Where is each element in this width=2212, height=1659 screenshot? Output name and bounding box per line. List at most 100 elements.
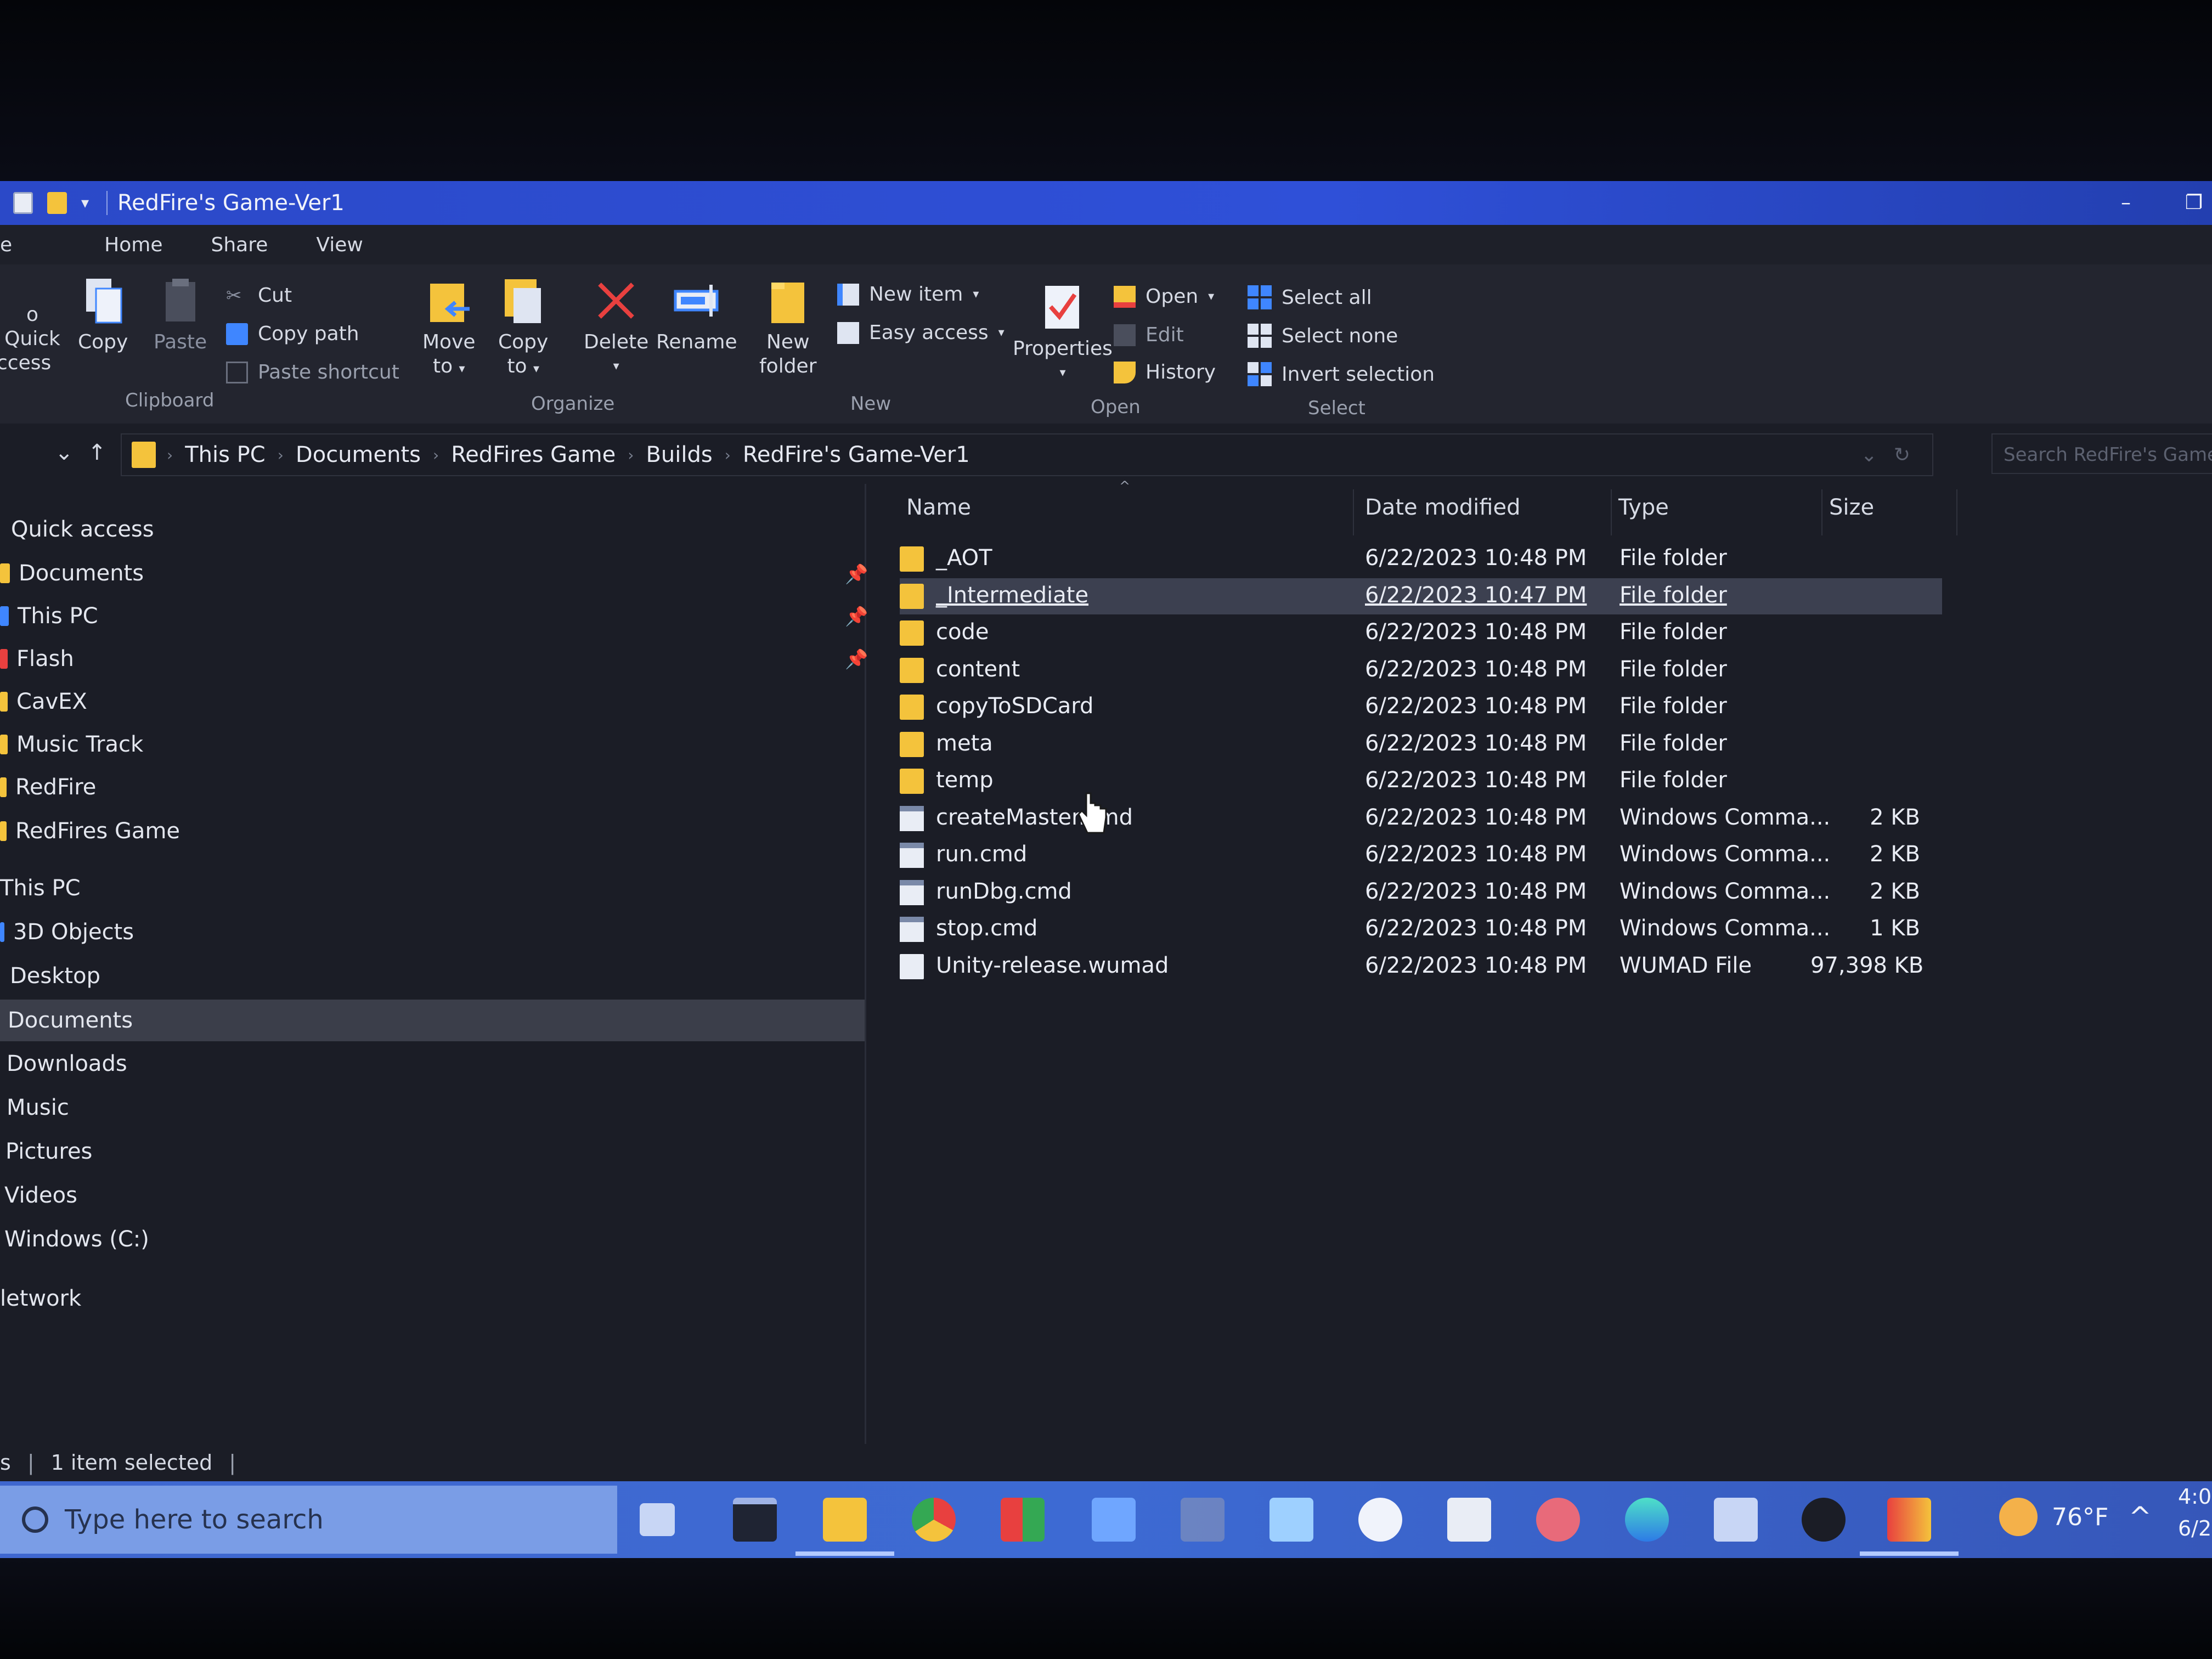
address-dropdown-chevron-icon[interactable]: ⌄: [1861, 444, 1877, 466]
nav-item-documents[interactable]: Documents: [0, 1000, 865, 1041]
nav-item-network[interactable]: letwork: [0, 1286, 81, 1311]
file-row[interactable]: stop.cmd 6/22/2023 10:48 PM Windows Comma.…: [900, 911, 1942, 947]
breadcrumb-redfires-game[interactable]: RedFires Game: [439, 442, 628, 467]
file-row[interactable]: _AOT 6/22/2023 10:48 PM File folder: [900, 541, 1942, 577]
column-header-size[interactable]: Size: [1829, 495, 1874, 520]
file-row[interactable]: copyToSDCard 6/22/2023 10:48 PM File folde…: [900, 689, 1942, 725]
settings-gear-icon[interactable]: [1358, 1498, 1402, 1542]
easy-access-button[interactable]: Easy access ▾: [837, 321, 1005, 344]
history-label: History: [1146, 361, 1216, 383]
nav-item-downloads[interactable]: Downloads: [0, 1051, 127, 1076]
nav-item-music-track[interactable]: Music Track: [0, 732, 143, 757]
file-type: Windows Comma...: [1620, 878, 1831, 904]
new-folder-icon[interactable]: [47, 192, 67, 214]
breadcrumb-this-pc[interactable]: This PC: [173, 442, 278, 467]
edge-icon[interactable]: [1625, 1498, 1669, 1542]
edit-button[interactable]: Edit: [1114, 324, 1184, 346]
file-row[interactable]: content 6/22/2023 10:48 PM File folder: [900, 652, 1942, 689]
maximize-button[interactable]: ❐: [2175, 188, 2212, 218]
copy-path-button[interactable]: Copy path: [226, 323, 359, 345]
recent-locations-chevron-icon[interactable]: ⌄: [55, 440, 74, 465]
nav-item-redfire[interactable]: RedFire: [0, 775, 96, 800]
up-arrow-icon[interactable]: ↑: [88, 440, 106, 465]
taskbar-search-box[interactable]: Type here to search: [0, 1486, 617, 1554]
clock-date[interactable]: 6/24: [2178, 1516, 2212, 1541]
paste-button[interactable]: Paste: [154, 274, 207, 354]
properties-icon[interactable]: [13, 192, 33, 214]
nav-item-cavex[interactable]: CavEX: [0, 689, 87, 714]
rename-button[interactable]: Rename: [656, 274, 737, 354]
nav-item-this-pc[interactable]: This PC: [0, 876, 81, 901]
nav-quick-access[interactable]: Quick access: [11, 517, 154, 542]
task-view-icon[interactable]: [640, 1503, 675, 1536]
tab-share[interactable]: Share: [187, 234, 292, 256]
nav-item-windows-c[interactable]: Windows (C:): [0, 1227, 149, 1252]
refresh-icon[interactable]: ↻: [1894, 444, 1910, 466]
file-row[interactable]: runDbg.cmd 6/22/2023 10:48 PM Windows Comm…: [900, 874, 1942, 911]
open-button[interactable]: Open ▾: [1114, 285, 1214, 308]
nav-item-music[interactable]: Music: [0, 1095, 69, 1120]
nav-item-desktop[interactable]: Desktop: [0, 963, 100, 989]
tab-view[interactable]: View: [292, 234, 387, 256]
breadcrumb-current-folder[interactable]: RedFire's Game-Ver1: [731, 442, 982, 467]
search-input[interactable]: Search RedFire's Game: [1991, 433, 2212, 474]
bag-icon[interactable]: [1447, 1498, 1491, 1542]
clock-time[interactable]: 4:06: [2178, 1485, 2212, 1509]
nav-item-pictures[interactable]: Pictures: [0, 1139, 92, 1164]
file-row[interactable]: meta 6/22/2023 10:48 PM File folder: [900, 726, 1942, 763]
terminal-icon[interactable]: [733, 1498, 777, 1542]
breadcrumb-documents[interactable]: Documents: [284, 442, 433, 467]
file-row[interactable]: _Intermediate 6/22/2023 10:47 PM File fold…: [900, 578, 1942, 614]
breadcrumb-builds[interactable]: Builds: [634, 442, 724, 467]
file-row[interactable]: run.cmd 6/22/2023 10:48 PM Windows Comma..…: [900, 837, 1942, 873]
select-all-button[interactable]: Select all: [1248, 285, 1372, 309]
microsoft-store-icon[interactable]: [1001, 1498, 1045, 1542]
copy-to-button[interactable]: Copy to ▾: [498, 274, 548, 381]
file-row[interactable]: code 6/22/2023 10:48 PM File folder: [900, 615, 1942, 651]
file-explorer-icon[interactable]: [795, 1498, 894, 1556]
properties-button[interactable]: Properties ▾: [1013, 281, 1113, 385]
file-row[interactable]: Unity-release.wumad 6/22/2023 10:48 PM WUM…: [900, 949, 1942, 985]
nav-item-3d-objects[interactable]: 3D Objects: [0, 919, 134, 945]
paste-shortcut-button[interactable]: Paste shortcut: [226, 361, 399, 383]
column-header-date-modified[interactable]: Date modified: [1365, 495, 1520, 520]
column-header-type[interactable]: Type: [1618, 495, 1669, 520]
column-header-name[interactable]: Name: [906, 495, 971, 520]
weather-temperature[interactable]: 76°F: [2052, 1503, 2108, 1531]
ccleaner-icon[interactable]: [1536, 1498, 1580, 1542]
notes-icon[interactable]: [1269, 1498, 1313, 1542]
image-viewer-icon[interactable]: [1860, 1498, 1959, 1556]
file-icon: [900, 953, 924, 979]
mail-icon[interactable]: [1092, 1498, 1136, 1542]
breadcrumb-separator: ›: [433, 445, 439, 464]
nav-item-flash[interactable]: Flash: [0, 646, 74, 672]
status-bar: s | 1 item selected |: [0, 1444, 2212, 1481]
remote-desktop-icon[interactable]: [1714, 1498, 1758, 1542]
chrome-icon[interactable]: [912, 1498, 956, 1542]
select-none-button[interactable]: Select none: [1248, 324, 1398, 348]
nav-item-this-pc-pinned[interactable]: This PC: [0, 603, 98, 629]
unity-icon[interactable]: [1802, 1498, 1846, 1542]
file-row[interactable]: temp 6/22/2023 10:48 PM File folder: [900, 763, 1942, 799]
new-item-button[interactable]: New item ▾: [837, 283, 979, 306]
minimize-button[interactable]: –: [2107, 188, 2145, 218]
move-to-button[interactable]: Move to ▾: [422, 274, 476, 381]
app-icon[interactable]: [1181, 1498, 1224, 1542]
copy-button[interactable]: Copy: [78, 274, 128, 354]
nav-label: Music Track: [16, 732, 144, 757]
customize-toolbar-icon[interactable]: ▾: [81, 195, 97, 211]
address-bar[interactable]: › This PC › Documents › RedFires Game › …: [121, 433, 1933, 476]
tab-file[interactable]: le: [0, 234, 36, 256]
nav-item-documents-pinned[interactable]: Documents: [0, 561, 144, 586]
invert-selection-button[interactable]: Invert selection: [1248, 362, 1435, 386]
show-hidden-icons-chevron-icon[interactable]: ^: [2129, 1501, 2152, 1533]
cut-button[interactable]: ✂ Cut: [226, 284, 292, 307]
nav-item-videos[interactable]: Videos: [0, 1183, 77, 1208]
history-button[interactable]: History: [1114, 361, 1216, 383]
new-folder-button[interactable]: New folder: [759, 274, 817, 379]
pin-to-quick-access-button[interactable]: o Quick ccess: [0, 303, 68, 375]
nav-item-redfires-game[interactable]: RedFires Game: [0, 819, 180, 844]
file-row[interactable]: createMaster.cmd 6/22/2023 10:48 PM Window…: [900, 800, 1942, 837]
delete-button[interactable]: Delete ▾: [584, 274, 648, 379]
tab-home[interactable]: Home: [80, 234, 187, 256]
